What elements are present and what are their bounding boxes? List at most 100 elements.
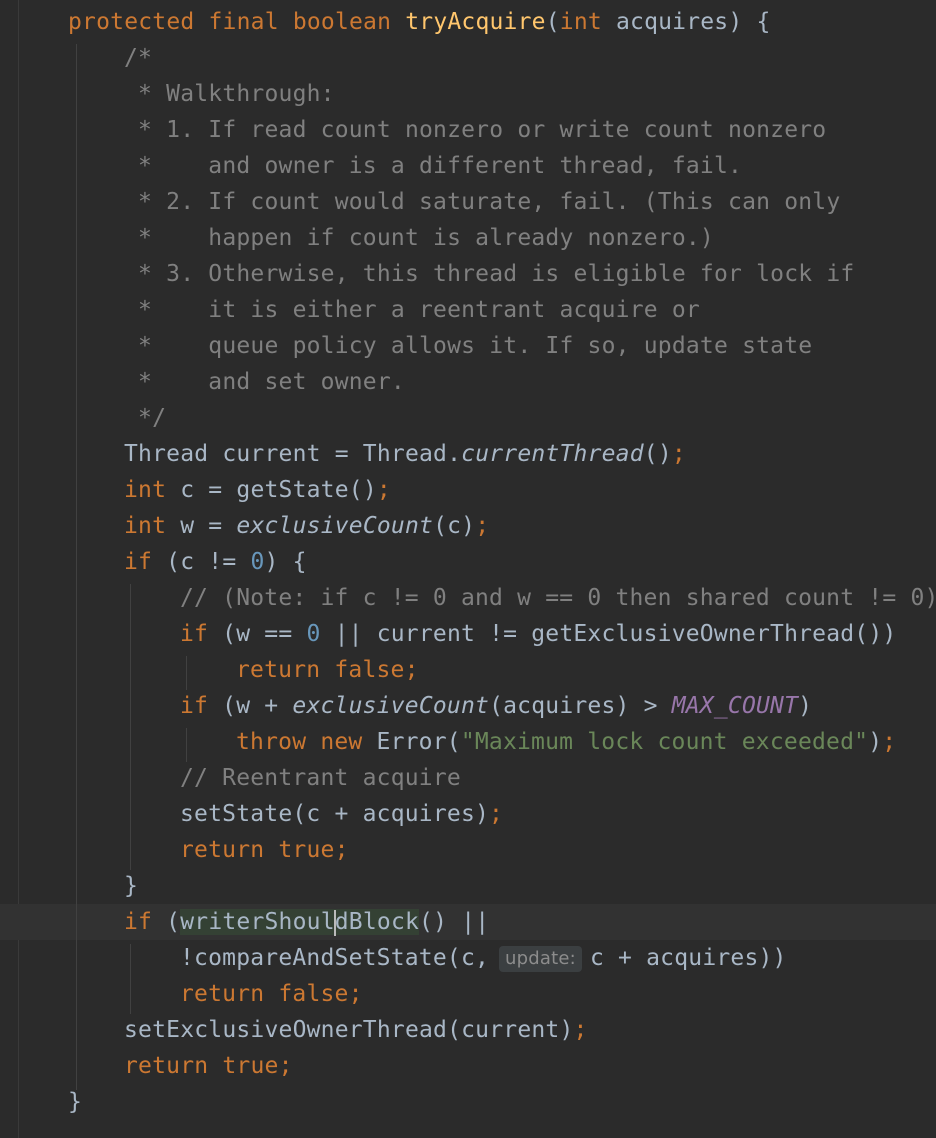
semicolon: ;	[404, 657, 419, 683]
code-line[interactable]: setState(c + acquires);	[180, 796, 503, 832]
comment-line[interactable]: */	[124, 400, 166, 436]
comment-line[interactable]: * 3. Otherwise, this thread is eligible …	[124, 256, 854, 292]
code-text: setExclusiveOwnerThread(current)	[124, 1017, 574, 1043]
number-literal: 0	[250, 549, 265, 575]
static-method-call: currentThread	[461, 441, 644, 467]
keyword: true	[222, 1053, 279, 1079]
keyword: false	[334, 657, 405, 683]
keyword: int	[559, 9, 602, 35]
code-line[interactable]: int c = getState();	[124, 472, 391, 508]
code-line-method-signature[interactable]: protected final boolean tryAcquire(int a…	[68, 4, 771, 40]
comment-line[interactable]: * and set owner.	[124, 364, 405, 400]
semicolon: ;	[278, 1053, 293, 1079]
indent-guide	[186, 656, 187, 690]
semicolon: ;	[334, 837, 349, 863]
semicolon: ;	[475, 513, 490, 539]
code-text: c = getState()	[166, 477, 377, 503]
indent-guide	[186, 728, 187, 762]
method-name: tryAcquire	[405, 9, 546, 35]
code-line[interactable]: !compareAndSetState(c, update: c + acquire…	[180, 940, 787, 976]
keyword: protected	[68, 9, 195, 35]
comment-line[interactable]: * queue policy allows it. If so, update …	[124, 328, 812, 364]
comment-line[interactable]: /*	[124, 40, 152, 76]
keyword: return	[180, 981, 265, 1007]
semicolon: ;	[348, 981, 363, 1007]
keyword: return	[124, 1053, 209, 1079]
code-text: (w ==	[208, 621, 307, 647]
code-text: )	[868, 729, 883, 755]
code-line[interactable]: }	[124, 868, 138, 904]
comment-line[interactable]: // Reentrant acquire	[180, 760, 461, 796]
keyword: throw	[236, 729, 307, 755]
comment-line[interactable]: * happen if count is already nonzero.)	[124, 220, 714, 256]
code-text: Thread current = Thread.	[124, 441, 462, 467]
keyword: return	[180, 837, 265, 863]
identifier-highlight: writerShouldBlock	[180, 909, 420, 936]
keyword: false	[278, 981, 349, 1007]
semicolon: ;	[376, 477, 391, 503]
code-line[interactable]: setExclusiveOwnerThread(current);	[124, 1012, 588, 1048]
comment-line[interactable]: // (Note: if c != 0 and w == 0 then shar…	[180, 580, 936, 616]
code-line[interactable]: if (c != 0) {	[124, 544, 307, 580]
keyword: int	[124, 513, 167, 539]
code-text: ) {	[264, 549, 307, 575]
code-line[interactable]: if (w == 0 || current != getExclusiveOwn…	[180, 616, 896, 652]
code-line[interactable]: }	[68, 1084, 82, 1120]
indent-guide	[130, 584, 131, 870]
comment-line[interactable]: * Walkthrough:	[124, 76, 335, 112]
comment-line[interactable]: * it is either a reentrant acquire or	[124, 292, 700, 328]
keyword: boolean	[292, 9, 392, 35]
code-line[interactable]: int w = exclusiveCount(c);	[124, 508, 489, 544]
code-line[interactable]: return true;	[180, 832, 349, 868]
static-method-call: exclusiveCount	[236, 513, 434, 539]
code-text: (c)	[433, 513, 476, 539]
comment-line[interactable]: * 1. If read count nonzero or write coun…	[124, 112, 826, 148]
code-line[interactable]: return true;	[124, 1048, 293, 1084]
indent-guide	[130, 944, 131, 1014]
keyword: new	[320, 729, 363, 755]
keyword: int	[124, 477, 167, 503]
code-editor[interactable]: protected final boolean tryAcquire(int a…	[0, 0, 936, 1138]
code-text: () ||	[419, 909, 490, 935]
string-literal: "Maximum lock count exceeded"	[460, 729, 869, 755]
code-line[interactable]: return false;	[180, 976, 363, 1012]
code-text: (c !=	[152, 549, 251, 575]
parameter-hint: update:	[499, 945, 582, 972]
comment-line[interactable]: * and owner is a different thread, fail.	[124, 148, 742, 184]
static-method-call: exclusiveCount	[292, 693, 490, 719]
keyword: if	[180, 621, 209, 647]
code-text: writerShoul	[180, 909, 335, 935]
code-line[interactable]: return false;	[236, 652, 419, 688]
semicolon: ;	[882, 729, 897, 755]
code-line[interactable]: if (w + exclusiveCount(acquires) > MAX_C…	[180, 688, 812, 724]
number-literal: 0	[306, 621, 321, 647]
keyword: true	[278, 837, 335, 863]
code-line[interactable]: throw new Error("Maximum lock count exce…	[236, 724, 896, 760]
comment-line[interactable]: * 2. If count would saturate, fail. (Thi…	[124, 184, 840, 220]
keyword: return	[236, 657, 321, 683]
code-text: setState(c + acquires)	[180, 801, 490, 827]
code-text: ()	[643, 441, 672, 467]
semicolon: ;	[671, 441, 686, 467]
code-line[interactable]: Thread current = Thread.currentThread();	[124, 436, 686, 472]
code-text: c + acquires))	[589, 945, 787, 971]
keyword: if	[124, 909, 153, 935]
keyword: if	[124, 549, 153, 575]
semicolon: ;	[573, 1017, 588, 1043]
code-text: (	[545, 9, 560, 35]
code-text: || current != getExclusiveOwnerThread())	[320, 621, 897, 647]
keyword: final	[208, 9, 279, 35]
code-text: )	[798, 693, 813, 719]
gutter-divider	[18, 0, 19, 1138]
semicolon: ;	[489, 801, 504, 827]
code-text: (	[152, 909, 181, 935]
constant: MAX_COUNT	[671, 693, 799, 719]
code-line-current[interactable]: if (writerShouldBlock() ||	[124, 904, 489, 940]
code-text: w =	[166, 513, 237, 539]
code-text: (w +	[208, 693, 293, 719]
code-text: !compareAndSetState(c,	[180, 945, 490, 971]
code-text: Error(	[362, 729, 461, 755]
code-text: acquires) {	[601, 9, 771, 35]
indent-guide	[76, 44, 77, 1090]
code-text: (acquires) >	[489, 693, 672, 719]
